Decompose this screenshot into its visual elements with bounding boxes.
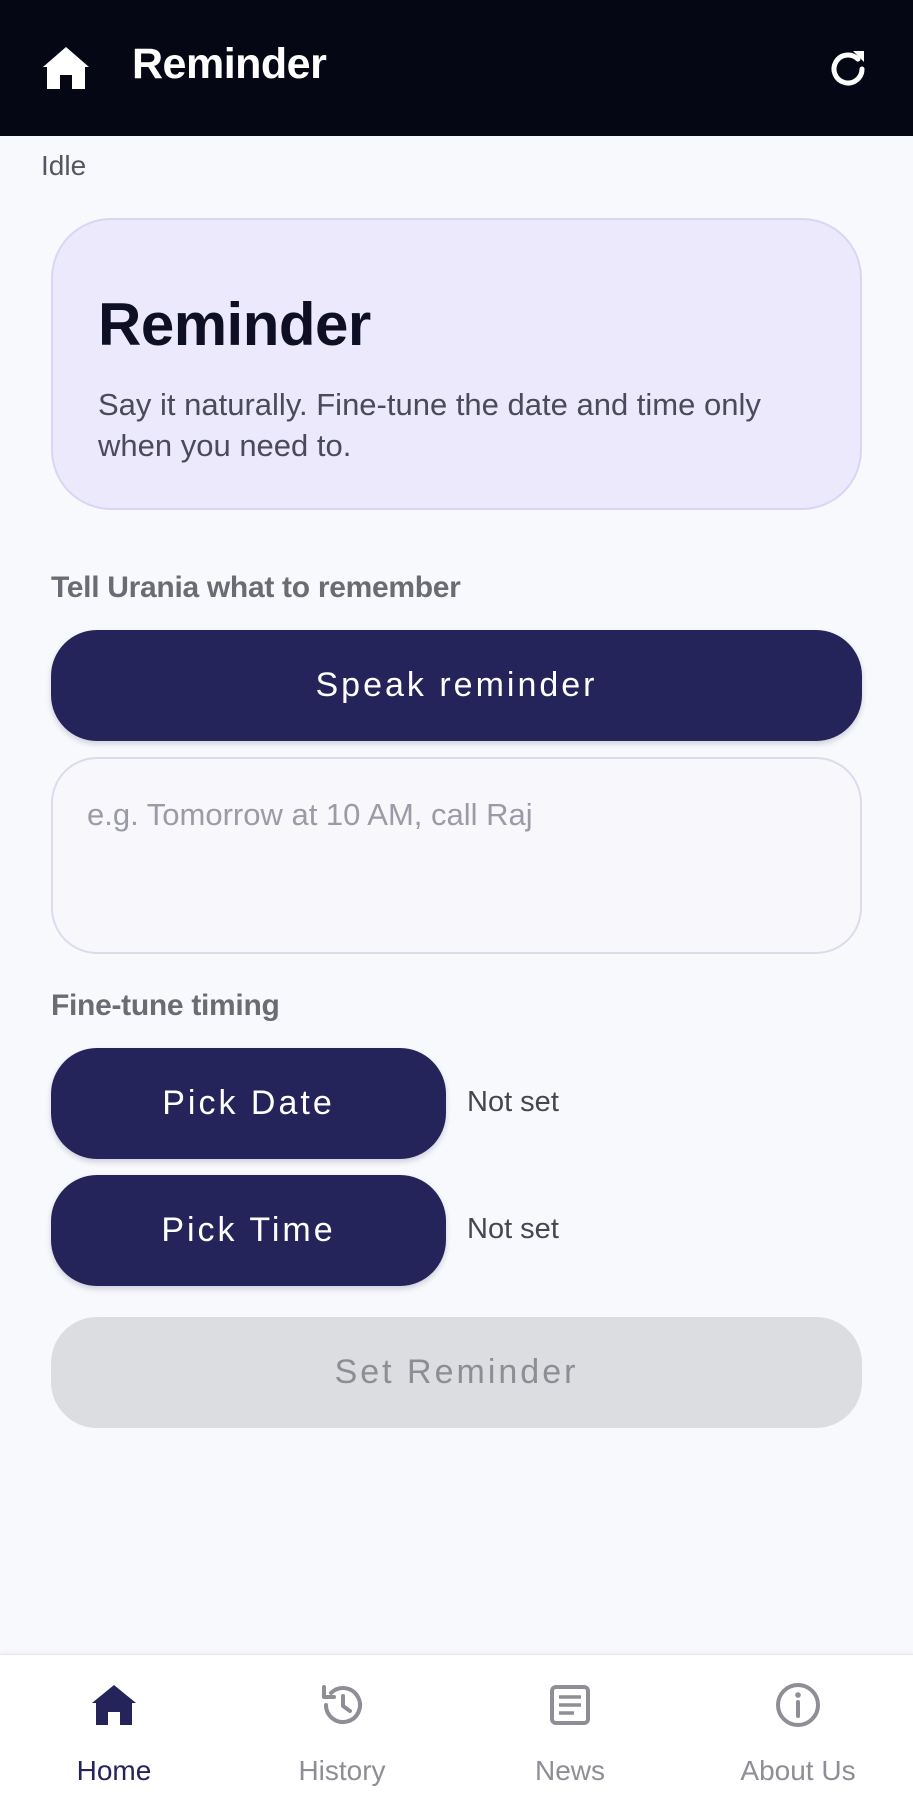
home-button[interactable] xyxy=(40,43,92,93)
info-icon xyxy=(776,1683,820,1727)
refresh-icon xyxy=(831,51,865,86)
home-icon xyxy=(43,47,89,89)
pick-date-button[interactable]: Pick Date xyxy=(51,1048,446,1159)
nav-item-about[interactable]: About Us xyxy=(684,1655,912,1796)
date-value: Not set xyxy=(467,1086,559,1118)
hero-title: Reminder xyxy=(98,291,371,358)
news-icon xyxy=(550,1685,590,1725)
nav-label-history: History xyxy=(298,1755,386,1786)
reminder-input[interactable] xyxy=(87,797,826,914)
app-bar-title: Reminder xyxy=(132,40,327,88)
timing-section-label: Fine-tune timing xyxy=(51,989,280,1022)
status-text: Idle xyxy=(41,150,87,181)
speak-reminder-button[interactable]: Speak reminder xyxy=(51,630,862,741)
bottom-nav: Home History News About Us xyxy=(0,1654,913,1796)
hero-subtitle: Say it naturally. Fine-tune the date and… xyxy=(98,387,761,463)
nav-item-history[interactable]: History xyxy=(228,1655,456,1796)
hero-card: Reminder Say it naturally. Fine-tune the… xyxy=(51,218,862,510)
nav-label-about: About Us xyxy=(740,1755,856,1786)
nav-label-home: Home xyxy=(76,1755,152,1786)
speak-section-label: Tell Urania what to remember xyxy=(51,571,461,604)
history-icon xyxy=(322,1685,362,1725)
time-value: Not set xyxy=(467,1213,559,1245)
pick-time-button[interactable]: Pick Time xyxy=(51,1175,446,1286)
app-bar: Reminder xyxy=(0,0,913,136)
set-reminder-button[interactable]: Set Reminder xyxy=(51,1317,862,1428)
nav-label-news: News xyxy=(534,1755,605,1786)
nav-item-news[interactable]: News xyxy=(456,1655,684,1796)
home-icon xyxy=(92,1685,136,1725)
nav-item-home[interactable]: Home xyxy=(0,1655,228,1796)
refresh-button[interactable] xyxy=(823,44,873,94)
reminder-input-box xyxy=(51,757,862,954)
